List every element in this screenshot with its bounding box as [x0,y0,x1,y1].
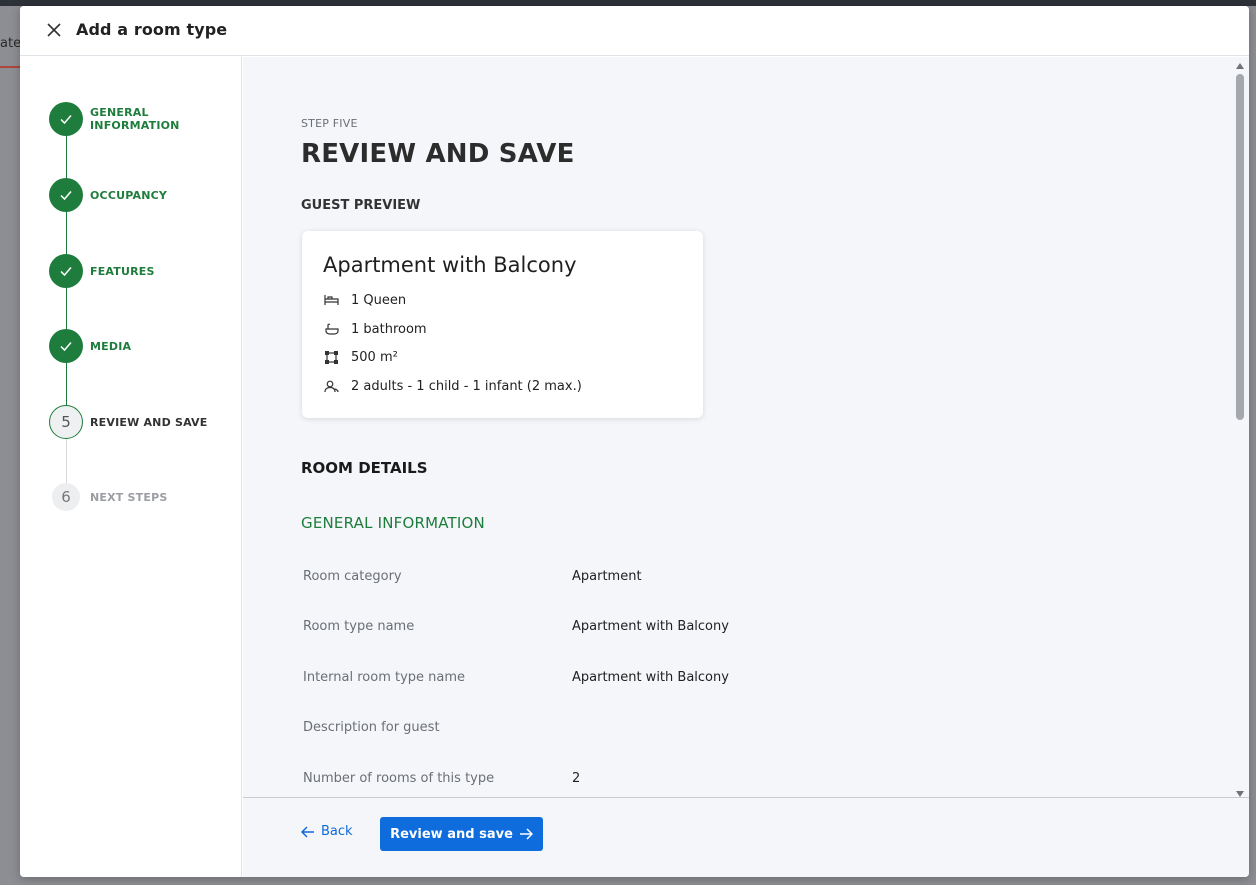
arrow-left-icon [301,825,315,838]
step-kicker: STEP FIVE [301,117,358,130]
step-label: FEATURES [90,264,155,278]
main-content: STEP FIVE REVIEW AND SAVE GUEST PREVIEW … [243,57,1249,797]
feature-bed: 1 Queen [323,292,406,308]
feature-text: 500 m² [351,349,398,365]
step-connector [66,362,67,406]
detail-value: 2 [572,771,581,786]
detail-label: Description for guest [303,720,440,735]
step-connector [66,135,67,179]
feature-bathroom: 1 bathroom [323,321,427,337]
back-button[interactable]: Back [301,824,353,839]
close-button[interactable] [44,20,64,40]
step-next-steps: 6 NEXT STEPS [49,480,167,514]
detail-label: Room category [303,569,402,584]
step-label: REVIEW AND SAVE [90,415,208,429]
bed-icon [323,292,339,308]
guest-preview-heading: GUEST PREVIEW [301,198,421,213]
detail-value: Apartment [572,569,642,584]
feature-guests: 2 adults - 1 child - 1 infant (2 max.) [323,378,582,394]
guest-preview-card: Apartment with Balcony 1 Queen 1 bathroo… [302,231,703,418]
close-icon [47,23,61,37]
feature-text: 1 bathroom [351,321,427,337]
feature-text: 2 adults - 1 child - 1 infant (2 max.) [351,378,582,394]
area-icon [323,349,339,365]
feature-text: 1 Queen [351,292,407,308]
step-features[interactable]: FEATURES [49,254,155,288]
step-connector [66,438,67,484]
check-icon [49,102,83,136]
step-review-and-save[interactable]: 5 REVIEW AND SAVE [49,405,207,439]
detail-value: Apartment with Balcony [572,670,729,685]
review-and-save-label: Review and save [390,826,513,842]
guests-icon [323,378,339,394]
step-occupancy[interactable]: OCCUPANCY [49,178,167,212]
detail-value: Apartment with Balcony [572,619,729,634]
step-media[interactable]: MEDIA [49,329,131,363]
check-icon [49,254,83,288]
step-general-information[interactable]: GENERAL INFORMATION [49,102,241,136]
step-label: MEDIA [90,339,132,353]
dialog-title: Add a room type [76,20,228,39]
stepper-sidebar: GENERAL INFORMATION OCCUPANCY FEATURES M… [20,57,242,877]
step-label: OCCUPANCY [90,188,168,202]
check-icon [49,329,83,363]
arrow-right-icon [519,828,533,840]
background-tab: ate [0,30,20,68]
review-and-save-button[interactable]: Review and save [380,817,543,851]
step-connector [66,211,67,255]
back-label: Back [321,824,353,839]
step-number: 6 [52,483,80,511]
step-number: 5 [49,405,83,439]
scroll-thumb[interactable] [1236,74,1244,420]
detail-label: Internal room type name [303,670,466,685]
general-information-heading: GENERAL INFORMATION [301,514,485,532]
dialog-header: Add a room type [20,6,1249,56]
scroll-up-arrow-icon[interactable] [1236,63,1244,69]
content-scrollbar[interactable] [1231,57,1249,797]
dialog-footer: Back Review and save [243,797,1249,877]
feature-area: 500 m² [323,349,398,365]
step-connector [66,287,67,330]
step-label: GENERAL INFORMATION [90,106,180,132]
room-name: Apartment with Balcony [323,253,577,277]
page-title: REVIEW AND SAVE [301,139,575,169]
step-label: NEXT STEPS [90,490,168,504]
room-details-heading: ROOM DETAILS [301,459,428,477]
bathtub-icon [323,321,339,337]
add-room-type-dialog: Add a room type GENERAL INFORMATION OCCU… [20,6,1249,877]
detail-label: Number of rooms of this type [303,771,495,786]
check-icon [49,178,83,212]
detail-label: Room type name [303,619,415,634]
